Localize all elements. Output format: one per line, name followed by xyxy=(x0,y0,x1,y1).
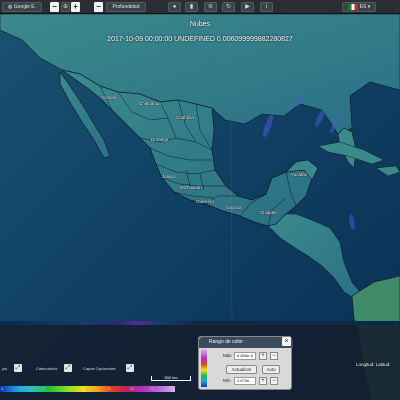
depth-button[interactable]: Profundidad xyxy=(106,2,146,12)
state-label: Sonora xyxy=(102,95,117,100)
state-label: Michoacán xyxy=(180,185,202,190)
min-label: Mín xyxy=(223,378,231,383)
depth-minus-button[interactable]: − xyxy=(50,2,59,12)
mexico-flag-icon xyxy=(347,3,358,10)
state-label: Chiapas xyxy=(260,210,277,215)
layers-icon[interactable]: ≋ xyxy=(204,2,217,12)
timeline-strip[interactable] xyxy=(0,321,400,325)
min-input[interactable]: 2.679e- xyxy=(234,377,256,385)
zoom-icon[interactable]: ⊕ xyxy=(61,2,70,12)
max-plus-button[interactable]: + xyxy=(259,352,267,360)
state-label: Oaxaca xyxy=(226,205,242,210)
latitude-label: Latitud: xyxy=(375,362,391,367)
calendars-label: Calendarios xyxy=(36,366,58,371)
min-minus-button[interactable]: − xyxy=(270,377,278,385)
drop-icon[interactable]: ● xyxy=(168,2,181,12)
colorbar-tick: 16 xyxy=(166,387,170,391)
colorbar-tick: 12 xyxy=(150,387,154,391)
colorbar-tick: 6 xyxy=(86,387,88,391)
max-minus-button[interactable]: − xyxy=(270,352,278,360)
app: ◍ Google E. − ⊕ + − Profundidad ● ▮ ≋ ↻ … xyxy=(0,0,400,400)
min-plus-button[interactable]: + xyxy=(259,377,267,385)
max-input[interactable]: 6.855e-6 xyxy=(234,352,256,360)
colorbar-tick: 8 xyxy=(108,387,110,391)
auto-button[interactable]: Auto xyxy=(262,365,280,374)
control-label-1: jos xyxy=(2,366,8,371)
chart-icon[interactable]: ▮ xyxy=(185,2,198,12)
basemap-label: Google E. xyxy=(13,4,36,10)
toolbar: ◍ Google E. − ⊕ + − Profundidad ● ▮ ≋ ↻ … xyxy=(0,0,400,14)
zoom-plus-button[interactable]: + xyxy=(71,2,80,12)
info-icon[interactable]: i xyxy=(260,2,273,12)
max-label: Máx xyxy=(223,353,232,358)
calendars-expand-icon[interactable]: ⤢ xyxy=(64,364,72,372)
colorbar-tick: 2 xyxy=(42,387,44,391)
refresh-icon[interactable]: ↻ xyxy=(222,2,235,12)
update-button[interactable]: Actualizar xyxy=(226,365,257,374)
layer-title: Nubes xyxy=(189,21,211,28)
state-label: Yucatán xyxy=(291,172,308,177)
state-label: Coahuila xyxy=(176,115,194,120)
state-label: Chihuahua xyxy=(139,101,161,106)
zoom-minus-button[interactable]: − xyxy=(94,2,103,12)
layer-info: 2017-10-09 00:00:00 UNDEFINED 0.00609999… xyxy=(107,36,293,43)
state-label: Jalisco xyxy=(162,174,176,179)
basemap-selector[interactable]: ◍ Google E. xyxy=(2,2,42,12)
coordinate-readout: Longitud: Latitud: xyxy=(356,362,391,367)
state-label: Guerrero xyxy=(196,199,215,204)
longitude-label: Longitud: xyxy=(356,362,375,367)
state-label: Durango xyxy=(151,137,169,142)
language-label: ES xyxy=(359,4,367,10)
scale-label: 500 km xyxy=(164,375,178,380)
optional-layers-expand-icon[interactable]: ⤢ xyxy=(126,364,134,372)
language-selector[interactable]: ES ▾ xyxy=(342,2,376,12)
expand-icon[interactable]: ⤢ xyxy=(14,364,22,372)
colorbar-tick: 4 xyxy=(64,387,66,391)
dialog-close-button[interactable]: × xyxy=(282,337,291,346)
dialog-colorbar xyxy=(201,349,207,387)
play-icon[interactable]: ▶ xyxy=(241,2,254,12)
dialog-title: Rango de color xyxy=(199,337,293,348)
colorbar-tick: 0 xyxy=(1,387,3,391)
colorbar-tick: 1 xyxy=(20,387,22,391)
optional-layers-label: Capas Opcionales xyxy=(83,366,116,371)
colorbar-tick: 10 xyxy=(130,387,134,391)
